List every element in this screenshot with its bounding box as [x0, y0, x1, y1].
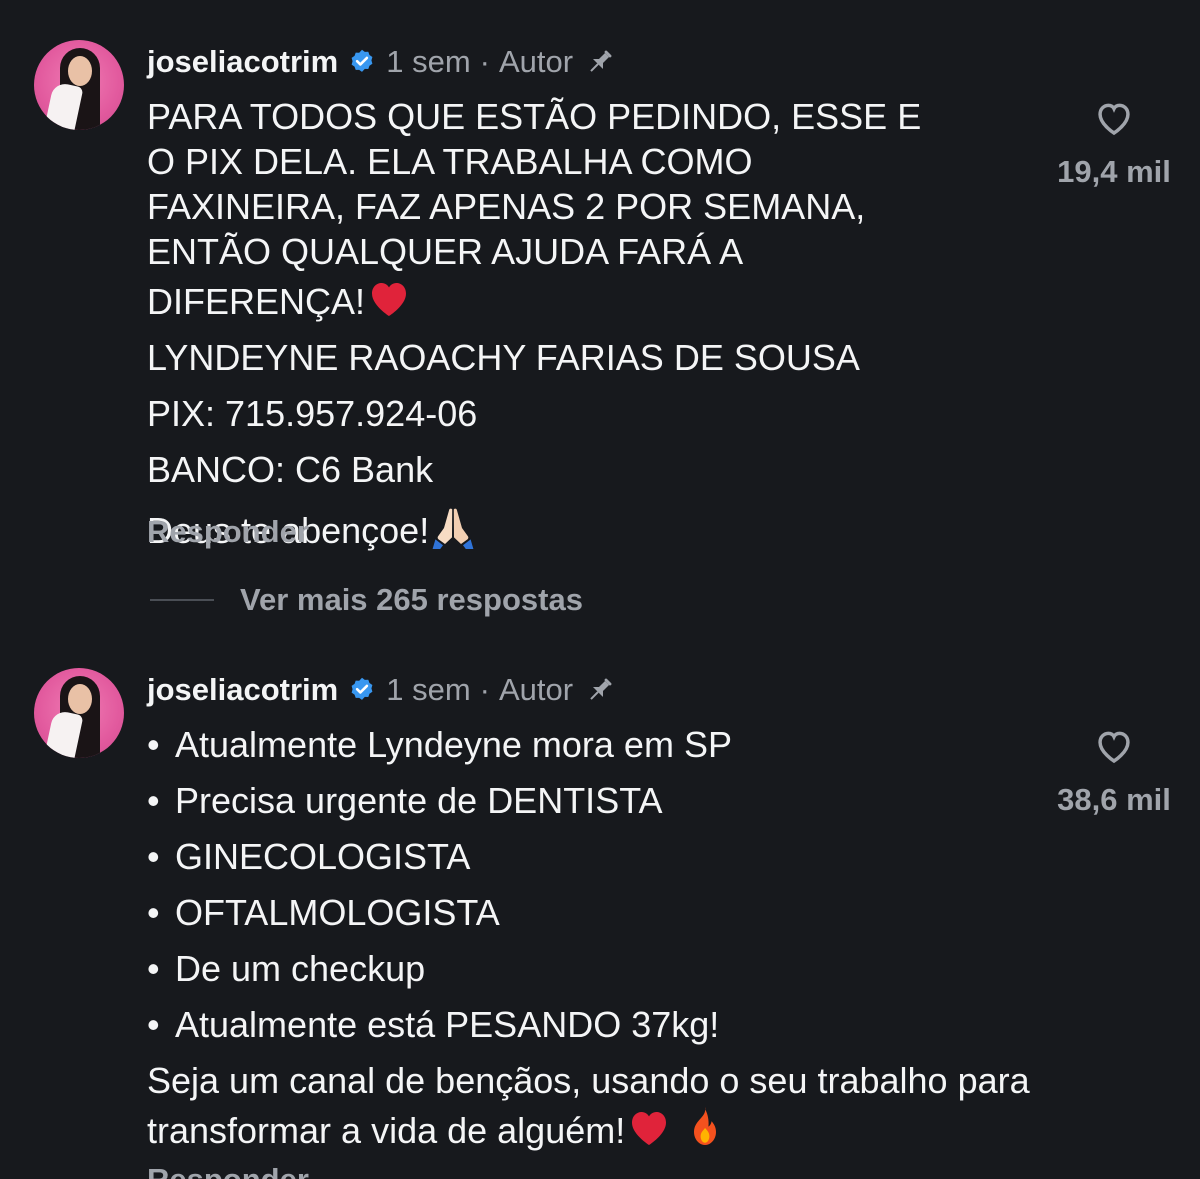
- comment-header: joseliacotrim 1 sem · Autor: [147, 38, 617, 86]
- bullet-marker: •: [147, 948, 160, 989]
- like-count: 38,6 mil: [1057, 782, 1171, 817]
- comment-body: PARA TODOS QUE ESTÃO PEDINDO, ESSE E O P…: [147, 94, 1047, 564]
- reply-button[interactable]: Responder: [147, 514, 309, 550]
- avatar[interactable]: [34, 668, 124, 758]
- closing-paragraph: Seja um canal de bençãos, usando o seu t…: [147, 1058, 1047, 1153]
- bullet-text: De um checkup: [175, 948, 426, 989]
- bank-name: BANCO: C6 Bank: [147, 449, 434, 490]
- verified-badge-icon: [351, 677, 373, 700]
- username[interactable]: joseliacotrim: [147, 44, 338, 80]
- bullet-item: • De um checkup: [147, 946, 1047, 991]
- avatar-face: [68, 684, 92, 714]
- comment-paragraph: PARA TODOS QUE ESTÃO PEDINDO, ESSE E O P…: [147, 94, 947, 324]
- bullet-item: • Precisa urgente de DENTISTA: [147, 778, 1047, 823]
- like-control[interactable]: 38,6 mil: [1044, 724, 1184, 818]
- bullet-item: • Atualmente está PESANDO 37kg!: [147, 1002, 1047, 1047]
- author-label: Autor: [499, 44, 574, 79]
- comment-body: • Atualmente Lyndeyne mora em SP • Precisa…: [147, 722, 1047, 1164]
- author-label: Autor: [499, 672, 574, 707]
- bullet-item: • Atualmente Lyndeyne mora em SP: [147, 722, 1047, 767]
- verified-badge-icon: [351, 49, 373, 72]
- praying-hands-emoji: [432, 508, 474, 549]
- pin-icon: [590, 678, 612, 700]
- like-control[interactable]: 19,4 mil: [1044, 96, 1184, 190]
- fire-emoji: [694, 1107, 717, 1145]
- heart-emoji: [632, 1112, 667, 1145]
- avatar[interactable]: [34, 40, 124, 130]
- heart-outline-icon[interactable]: [1090, 724, 1138, 768]
- view-more-replies[interactable]: Ver mais 265 respostas: [150, 582, 583, 618]
- like-count: 19,4 mil: [1057, 154, 1171, 189]
- comment-text: PARA TODOS QUE ESTÃO PEDINDO, ESSE E O P…: [147, 96, 922, 322]
- heart-emoji: [372, 283, 407, 316]
- bullet-text: Atualmente está PESANDO 37kg!: [175, 1004, 720, 1045]
- bullet-marker: •: [147, 780, 160, 821]
- bullet-text: Precisa urgente de DENTISTA: [175, 780, 663, 821]
- bullet-marker: •: [147, 1004, 160, 1045]
- username[interactable]: joseliacotrim: [147, 672, 338, 708]
- view-more-replies-label[interactable]: Ver mais 265 respostas: [240, 582, 583, 618]
- replies-divider: [150, 599, 214, 601]
- bullet-text: GINECOLOGISTA: [175, 836, 471, 877]
- bullet-item: • OFTALMOLOGISTA: [147, 890, 1047, 935]
- avatar-face: [68, 56, 92, 86]
- pix-key: PIX: 715.957.924-06: [147, 393, 478, 434]
- bullet-marker: •: [147, 836, 160, 877]
- heart-outline-icon[interactable]: [1090, 96, 1138, 140]
- meta-separator: ·: [479, 672, 490, 707]
- bullet-marker: •: [147, 724, 160, 765]
- bullet-text: Atualmente Lyndeyne mora em SP: [175, 724, 732, 765]
- pin-icon: [590, 50, 612, 72]
- comment-header: joseliacotrim 1 sem · Autor: [147, 666, 617, 714]
- bullet-item: • GINECOLOGISTA: [147, 834, 1047, 879]
- bullet-marker: •: [147, 892, 160, 933]
- closing-text: Seja um canal de bençãos, usando o seu t…: [147, 1060, 1030, 1151]
- recipient-name: LYNDEYNE RAOACHY FARIAS DE SOUSA: [147, 337, 860, 378]
- reply-button[interactable]: Responder: [147, 1162, 309, 1179]
- comment-time: 1 sem: [386, 672, 471, 707]
- bullet-text: OFTALMOLOGISTA: [175, 892, 500, 933]
- meta-separator: ·: [479, 44, 490, 79]
- comments-screen: joseliacotrim 1 sem · Autor PARA TODOS Q…: [0, 0, 1200, 1179]
- comment-time: 1 sem: [386, 44, 471, 79]
